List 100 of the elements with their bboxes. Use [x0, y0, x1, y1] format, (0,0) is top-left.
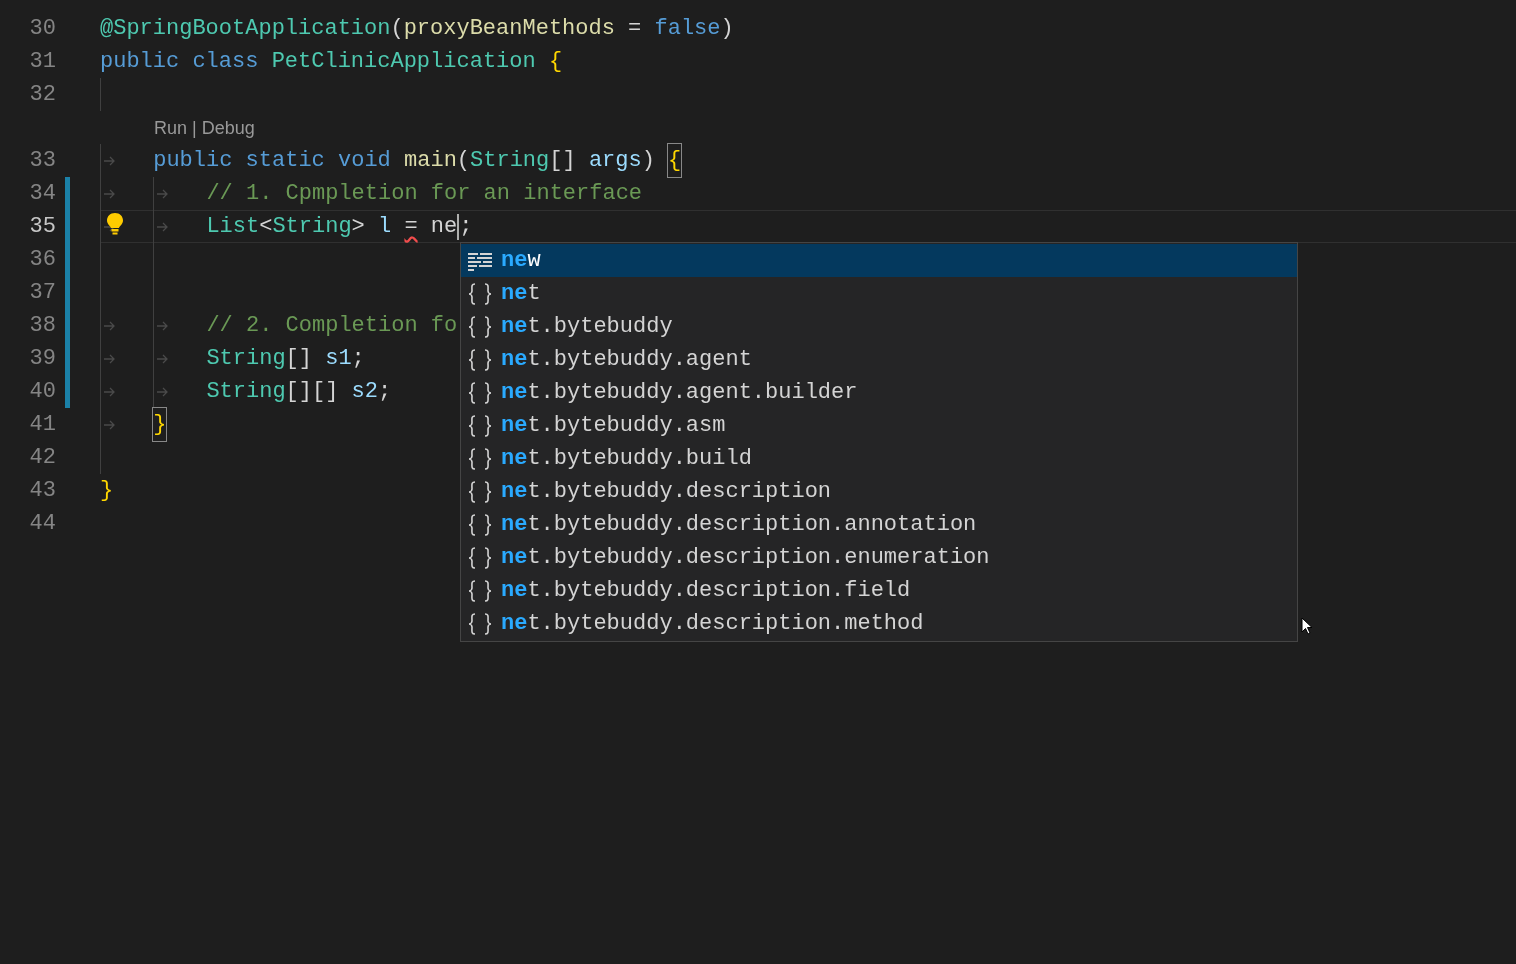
- type-name: String: [470, 147, 550, 175]
- line-number: 31: [28, 48, 56, 76]
- code-text: ;: [459, 213, 473, 241]
- suggestion-item[interactable]: net.bytebuddy.agent: [461, 343, 1297, 376]
- line-number: 34: [28, 180, 56, 208]
- suggestion-item[interactable]: net: [461, 277, 1297, 310]
- variable-name: args: [588, 147, 642, 175]
- line-number: 42: [28, 444, 56, 472]
- keyword: false: [654, 15, 721, 43]
- tab-arrow-icon: [157, 387, 170, 397]
- braces-icon: [467, 315, 493, 338]
- matched-brace: {: [668, 144, 682, 177]
- type-name: List: [206, 213, 260, 241]
- braces-icon: [467, 348, 493, 371]
- tab-arrow-icon: [104, 321, 116, 331]
- method-name: main: [404, 147, 457, 175]
- suggestion-label: net.bytebuddy.description.method: [501, 610, 924, 638]
- tab-arrow-icon: [157, 222, 170, 232]
- suggestion-label: new: [501, 247, 541, 275]
- type-name: PetClinicApplication: [271, 48, 537, 76]
- keyword-icon: [467, 250, 493, 271]
- error-token: =: [404, 213, 418, 241]
- code-text: []: [285, 345, 313, 373]
- code-comment: // 2. Completion fo: [206, 312, 458, 340]
- variable-name: s2: [351, 378, 378, 406]
- line-number: 41: [28, 411, 56, 439]
- type-name: String: [272, 213, 352, 241]
- mouse-pointer-icon: [1301, 617, 1313, 636]
- code-comment: // 1. Cpmpletion for an interface: [206, 180, 643, 208]
- line-number: 44: [28, 510, 56, 538]
- line-number: 37: [28, 279, 56, 307]
- brace: {: [548, 48, 563, 76]
- suggestion-item[interactable]: net.bytebuddy.agent.builder: [461, 376, 1297, 409]
- code-text: <: [259, 213, 273, 241]
- braces-icon: [467, 447, 493, 470]
- suggestion-item[interactable]: net.bytebuddy.build: [461, 442, 1297, 475]
- suggestion-label: net.bytebuddy.build: [501, 445, 752, 473]
- suggestion-label: net.bytebuddy.description.field: [501, 577, 911, 605]
- braces-icon: [467, 612, 493, 635]
- run-debug-codelens[interactable]: Run | Debug: [154, 113, 255, 142]
- suggestion-label: net.bytebuddy.description: [501, 478, 832, 506]
- code-text: [][]: [285, 378, 340, 406]
- suggestion-item[interactable]: net.bytebuddy.description.method: [461, 607, 1297, 640]
- suggestion-label: net.bytebuddy.description.annotation: [501, 511, 977, 539]
- line-number: 43: [28, 477, 56, 505]
- keyword: public class: [100, 48, 260, 76]
- tab-arrow-icon: [104, 156, 116, 166]
- variable-name: s1: [325, 345, 352, 373]
- type-name: String: [206, 378, 286, 406]
- line-number: 30: [28, 15, 56, 43]
- code-text: ;: [378, 378, 392, 406]
- braces-icon: [467, 480, 493, 503]
- code-text: ): [641, 147, 656, 175]
- suggestion-item[interactable]: net.bytebuddy.asm: [461, 409, 1297, 442]
- code-text: =: [627, 15, 643, 43]
- braces-icon: [467, 282, 493, 305]
- suggestion-label: net.bytebuddy.agent: [501, 346, 752, 374]
- variable-name: l: [378, 213, 393, 241]
- suggestion-item[interactable]: new: [461, 244, 1297, 277]
- lightbulb-icon[interactable]: [106, 212, 124, 236]
- braces-icon: [467, 414, 493, 437]
- line-number: 36: [28, 246, 56, 274]
- suggestion-label: net.bytebuddy.agent.builder: [501, 379, 858, 407]
- tab-arrow-icon: [157, 321, 170, 331]
- tab-arrow-icon: [104, 189, 116, 199]
- tab-arrow-icon: [104, 387, 116, 397]
- line-number: 39: [28, 345, 56, 373]
- type-name: String: [206, 345, 286, 373]
- keyword: public static void: [153, 147, 392, 175]
- suggestion-item[interactable]: net.bytebuddy.description.enumeration: [461, 541, 1297, 574]
- tab-arrow-icon: [104, 420, 116, 430]
- braces-icon: [467, 381, 493, 404]
- suggestion-label: net.bytebuddy.description.enumeration: [501, 544, 990, 572]
- suggestion-item[interactable]: net.bytebuddy.description.annotation: [461, 508, 1297, 541]
- type-name: @SpringBootApplication: [100, 15, 391, 43]
- text-cursor: [457, 213, 460, 240]
- code-text: (: [456, 147, 471, 175]
- code-text: (: [390, 15, 404, 43]
- line-number: 33: [28, 147, 56, 175]
- braces-icon: [467, 513, 493, 536]
- brace: }: [100, 477, 114, 505]
- line-number: 32: [28, 81, 56, 109]
- tab-arrow-icon: [157, 354, 170, 364]
- line-number: 35: [28, 213, 56, 241]
- suggestion-label: net: [501, 280, 541, 308]
- suggestion-label: net.bytebuddy: [501, 313, 673, 341]
- code-text: ;: [351, 345, 365, 373]
- code-text: []: [549, 147, 577, 175]
- line-number: 38: [28, 312, 56, 340]
- code-text: >: [351, 213, 366, 241]
- suggestion-label: net.bytebuddy.asm: [501, 412, 726, 440]
- code-text: ): [720, 15, 734, 43]
- braces-icon: [467, 546, 493, 569]
- braces-icon: [467, 579, 493, 602]
- code-text: ne: [429, 213, 458, 241]
- tab-arrow-icon: [104, 354, 116, 364]
- suggestion-item[interactable]: net.bytebuddy: [461, 310, 1297, 343]
- line-number: 40: [28, 378, 56, 406]
- suggestion-item[interactable]: net.bytebuddy.description.field: [461, 574, 1297, 607]
- suggestion-item[interactable]: net.bytebuddy.description: [461, 475, 1297, 508]
